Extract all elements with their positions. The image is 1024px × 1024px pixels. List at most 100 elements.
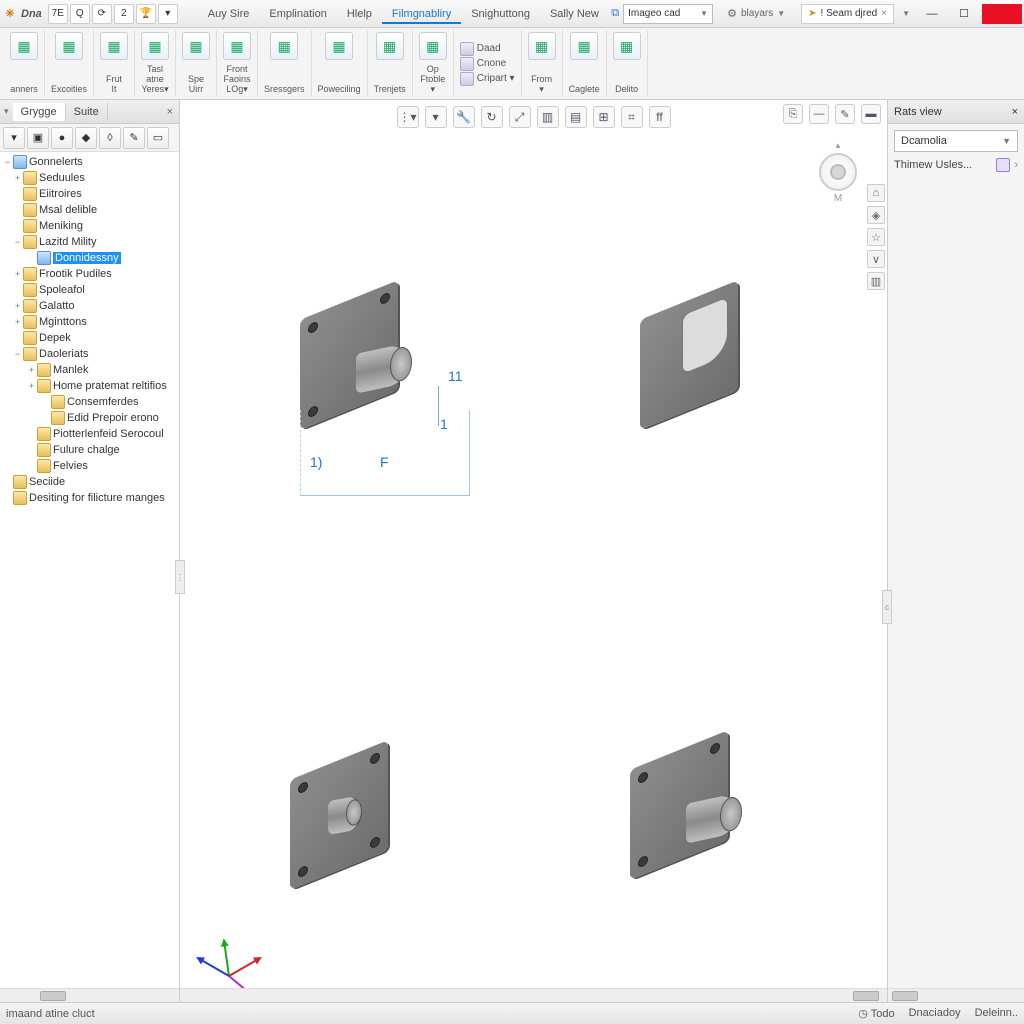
status-item-2[interactable]: Deleinn.. [975,1007,1018,1020]
panel-tool-3[interactable]: ◆ [75,127,97,149]
tree-node-0[interactable]: −Gonnelerts [0,154,179,170]
tree-node-6[interactable]: Donnidessny [0,250,179,266]
ribbon-group-3[interactable]: ▦TaslatneYeres▾ [135,30,176,97]
menu-item-4[interactable]: Snighuttong [461,4,540,24]
gear-icon[interactable]: ⚙ [727,7,737,20]
qat-button-4[interactable]: 🏆 [136,4,156,24]
qat-button-5[interactable]: ▾ [158,4,178,24]
ribbon-group-5[interactable]: ▦FrontFaoinsLOg▾ [217,30,258,97]
window-minimize-button[interactable]: — [918,4,946,24]
tree-expand-icon[interactable]: − [12,349,23,359]
ribbon2-group-2[interactable]: ▦Delito [607,30,648,97]
panel-tool-6[interactable]: ▭ [147,127,169,149]
panel-tool-2[interactable]: ● [51,127,73,149]
ribbon-group-9[interactable]: ▦OpFtoble▾ [413,30,454,97]
tree-node-8[interactable]: Spoleafol [0,282,179,298]
panel-tool-4[interactable]: ◊ [99,127,121,149]
left-panel-close-icon[interactable]: × [161,106,179,118]
menu-item-0[interactable]: Auy Sire [198,4,260,24]
side-strip-button-3[interactable]: ∨ [867,250,885,268]
left-splitter-handle[interactable]: ⋮ [175,560,185,594]
menu-item-1[interactable]: Emplination [259,4,336,24]
viewport-tool-9[interactable]: ff [649,106,671,128]
tree-expand-icon[interactable]: + [12,317,23,327]
ribbon-group-1[interactable]: ▦Excoities [45,30,94,97]
ribbon2-group-0[interactable]: ▦From▾ [522,30,563,97]
side-strip-button-2[interactable]: ☆ [867,228,885,246]
status-item-0[interactable]: ◷ Todo [858,1007,894,1020]
ribbon-group-0[interactable]: ▦anners [4,30,45,97]
viewport-right-tool-2[interactable]: ✎ [835,104,855,124]
tree-node-14[interactable]: +Home pratemat reltifios [0,378,179,394]
qat-button-2[interactable]: ⟳ [92,4,112,24]
axis-triad[interactable] [200,926,260,986]
status-item-1[interactable]: Dnaciadoy [909,1007,961,1020]
tree-expand-icon[interactable]: − [12,237,23,247]
ribbon-stack-item-1[interactable]: Cnone [460,57,515,71]
tree-node-1[interactable]: +Seduules [0,170,179,186]
viewport-right-tool-0[interactable]: ⎘ [783,104,803,124]
tree-node-12[interactable]: −Daoleriats [0,346,179,362]
viewport-3d[interactable]: ⋮▾▾🔧↻⤢▥▤⊞⌗ff ⎘—✎▬ ▴ M ⌂◈☆∨▥ 11 1 1) F [180,100,888,1002]
tree-expand-icon[interactable]: + [12,301,23,311]
tree-node-2[interactable]: Eiitroires [0,186,179,202]
viewport-tool-5[interactable]: ▥ [537,106,559,128]
tree-node-17[interactable]: Piotterlenfeid Serocoul [0,426,179,442]
tree-node-11[interactable]: Depek [0,330,179,346]
qat-button-3[interactable]: 2 [114,4,134,24]
side-strip-button-4[interactable]: ▥ [867,272,885,290]
right-panel-scrollbar[interactable] [888,988,1024,1002]
ribbon-group-8[interactable]: ▦Trenjets [368,30,413,97]
tree-expand-icon[interactable]: + [26,381,37,391]
chevron-down-icon[interactable]: ▾ [0,106,13,117]
tree-node-3[interactable]: Msal delible [0,202,179,218]
tree-node-21[interactable]: Desiting for filicture manges [0,490,179,506]
tree-expand-icon[interactable]: + [26,365,37,375]
panel-tool-1[interactable]: ▣ [27,127,49,149]
ribbon-group-7[interactable]: ▦Poweciling [312,30,368,97]
viewport-tool-1[interactable]: ▾ [425,106,447,128]
search-chip[interactable]: ➤ ! Seam djred × [801,4,894,24]
model-tree[interactable]: −Gonnelerts+SeduulesEiitroiresMsal delib… [0,152,179,988]
tree-node-10[interactable]: +Mginttons [0,314,179,330]
ribbon-stack-item-0[interactable]: Daad [460,42,515,56]
left-panel-scrollbar[interactable] [0,988,179,1002]
tree-node-19[interactable]: Felvies [0,458,179,474]
panel-tool-0[interactable]: ▾ [3,127,25,149]
side-strip-button-1[interactable]: ◈ [867,206,885,224]
tree-node-4[interactable]: Meniking [0,218,179,234]
part-bracket-3[interactable] [630,750,728,860]
tree-node-18[interactable]: Fulure chalge [0,442,179,458]
ribbon-group-6[interactable]: ▦Sressgers [258,30,312,97]
ribbon-stack-item-2[interactable]: Cripart ▾ [460,72,515,86]
left-tab-1[interactable]: Suite [66,103,108,121]
dimension-a[interactable]: 11 [448,368,463,384]
menu-item-2[interactable]: Hlelp [337,4,382,24]
side-strip-button-0[interactable]: ⌂ [867,184,885,202]
tree-node-16[interactable]: Edid Prepoir erono [0,410,179,426]
tree-node-13[interactable]: +Manlek [0,362,179,378]
tree-expand-icon[interactable]: + [12,173,23,183]
viewport-right-tool-1[interactable]: — [809,104,829,124]
ribbon-group-2[interactable]: ▦FrutIt [94,30,135,97]
right-panel-close-icon[interactable]: × [1012,106,1018,118]
tree-node-7[interactable]: +Frootik Pudiles [0,266,179,282]
viewport-scrollbar[interactable] [180,988,887,1002]
part-cutplate[interactable] [640,300,738,410]
tree-expand-icon[interactable]: + [12,269,23,279]
menu-item-5[interactable]: Sally New [540,4,609,24]
right-panel-combo[interactable]: Dcamolia▼ [894,130,1018,152]
view-cube[interactable]: ▴ M [819,140,857,204]
right-splitter-handle[interactable]: c [882,590,892,624]
viewport-tool-2[interactable]: 🔧 [453,106,475,128]
part-bracket-1[interactable] [300,300,398,410]
document-combo[interactable]: Imageo cad▼ [623,4,713,24]
right-panel-item[interactable]: Thimew Usles... › [888,158,1024,176]
qat-button-0[interactable]: 7E [48,4,68,24]
tree-node-9[interactable]: +Galatto [0,298,179,314]
tree-node-20[interactable]: Seciide [0,474,179,490]
window-close-button[interactable] [982,4,1022,24]
viewport-right-tool-3[interactable]: ▬ [861,104,881,124]
viewport-tool-4[interactable]: ⤢ [509,106,531,128]
viewport-tool-7[interactable]: ⊞ [593,106,615,128]
